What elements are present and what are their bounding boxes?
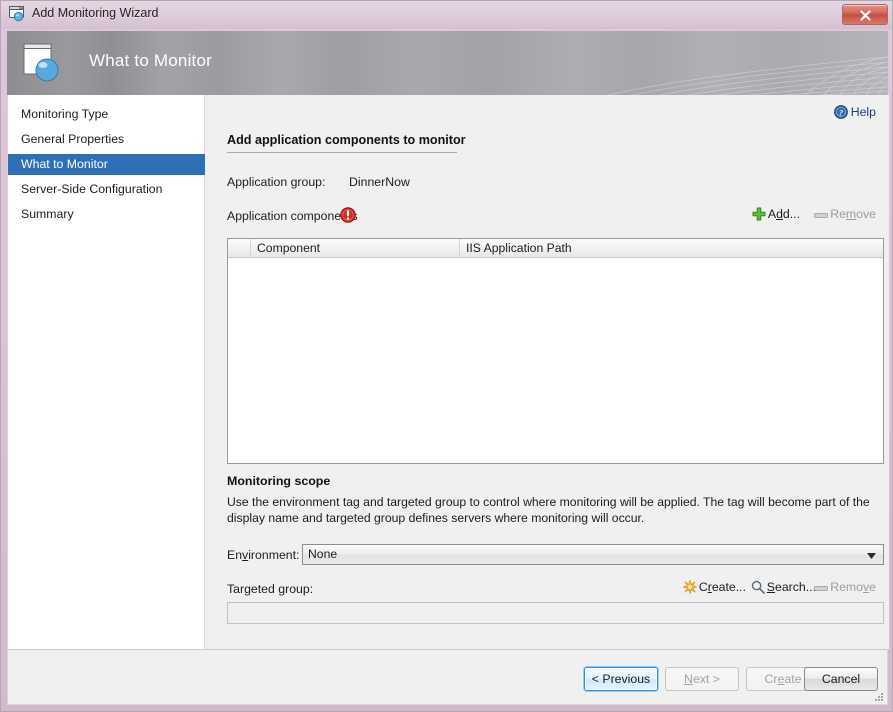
banner-title: What to Monitor [89, 51, 212, 71]
main-pane: ? Help Add application components to mon… [206, 95, 889, 649]
plus-icon [752, 207, 766, 221]
application-group-label: Application group: [227, 175, 325, 189]
environment-label: Environment: [227, 548, 299, 562]
components-list-header: Component IIS Application Path [228, 239, 883, 258]
error-icon [340, 207, 356, 228]
environment-value: None [308, 547, 337, 561]
svg-text:?: ? [839, 107, 843, 117]
sidebar-item-general-properties[interactable]: General Properties [8, 129, 205, 150]
monitoring-scope-description: Use the environment tag and targeted gro… [227, 494, 878, 526]
help-link[interactable]: ? Help [834, 105, 876, 122]
remove-group-button: Remove [814, 580, 876, 594]
wizard-footer: < Previous Next > Create Cancel [7, 649, 888, 705]
resize-grip[interactable] [873, 691, 884, 702]
chevron-down-icon [867, 553, 876, 559]
create-label: Create... [699, 580, 746, 594]
components-list[interactable]: Component IIS Application Path [227, 238, 884, 464]
remove-component-button: Remove [814, 207, 876, 221]
remove-bar-icon [814, 583, 828, 594]
title-bar: Add Monitoring Wizard [1, 1, 892, 29]
application-components-label: Application components [227, 209, 358, 223]
wizard-window: Add Monitoring Wizard [0, 0, 893, 712]
sidebar-item-summary[interactable]: Summary [8, 204, 205, 225]
search-label: Search... [767, 580, 816, 594]
column-header-iis-application-path[interactable]: IIS Application Path [460, 239, 883, 257]
next-button: Next > [665, 667, 739, 691]
help-circle-icon: ? [834, 105, 848, 119]
cancel-button[interactable]: Cancel [804, 667, 878, 691]
wizard-window-icon [9, 6, 26, 22]
window-title: Add Monitoring Wizard [32, 6, 158, 20]
sidebar-item-what-to-monitor[interactable]: What to Monitor [8, 154, 205, 175]
close-button[interactable] [842, 4, 888, 25]
remove-label: Remove [830, 207, 876, 221]
previous-button[interactable]: < Previous [584, 667, 658, 691]
page-banner: What to Monitor [7, 31, 888, 95]
content-area: Monitoring Type General Properties What … [7, 95, 888, 649]
magnifier-icon [751, 580, 765, 594]
add-component-button[interactable]: Add... [752, 207, 800, 221]
add-label: Add... [768, 207, 800, 221]
application-group-value: DinnerNow [349, 175, 410, 189]
section-divider [227, 152, 457, 153]
help-label: Help [851, 105, 876, 119]
environment-dropdown[interactable]: None [302, 544, 884, 565]
create-group-button[interactable]: Create... [683, 580, 746, 594]
column-header-select[interactable] [228, 239, 251, 257]
column-header-component[interactable]: Component [251, 239, 460, 257]
monitoring-scope-heading: Monitoring scope [227, 474, 330, 488]
wizard-step-sidebar: Monitoring Type General Properties What … [8, 95, 205, 649]
wizard-page-icon [23, 43, 67, 85]
sidebar-item-server-side-configuration[interactable]: Server-Side Configuration [8, 179, 205, 200]
targeted-remove-label: Remove [830, 580, 876, 594]
starburst-icon [683, 580, 697, 594]
search-group-button[interactable]: Search... [751, 580, 816, 594]
remove-bar-icon [814, 210, 828, 221]
banner-mesh-decoration [588, 31, 888, 95]
sidebar-item-monitoring-type[interactable]: Monitoring Type [8, 104, 205, 125]
targeted-group-label: Targeted group: [227, 582, 313, 596]
targeted-group-value-box[interactable] [227, 602, 884, 624]
section-heading: Add application components to monitor [227, 133, 466, 147]
